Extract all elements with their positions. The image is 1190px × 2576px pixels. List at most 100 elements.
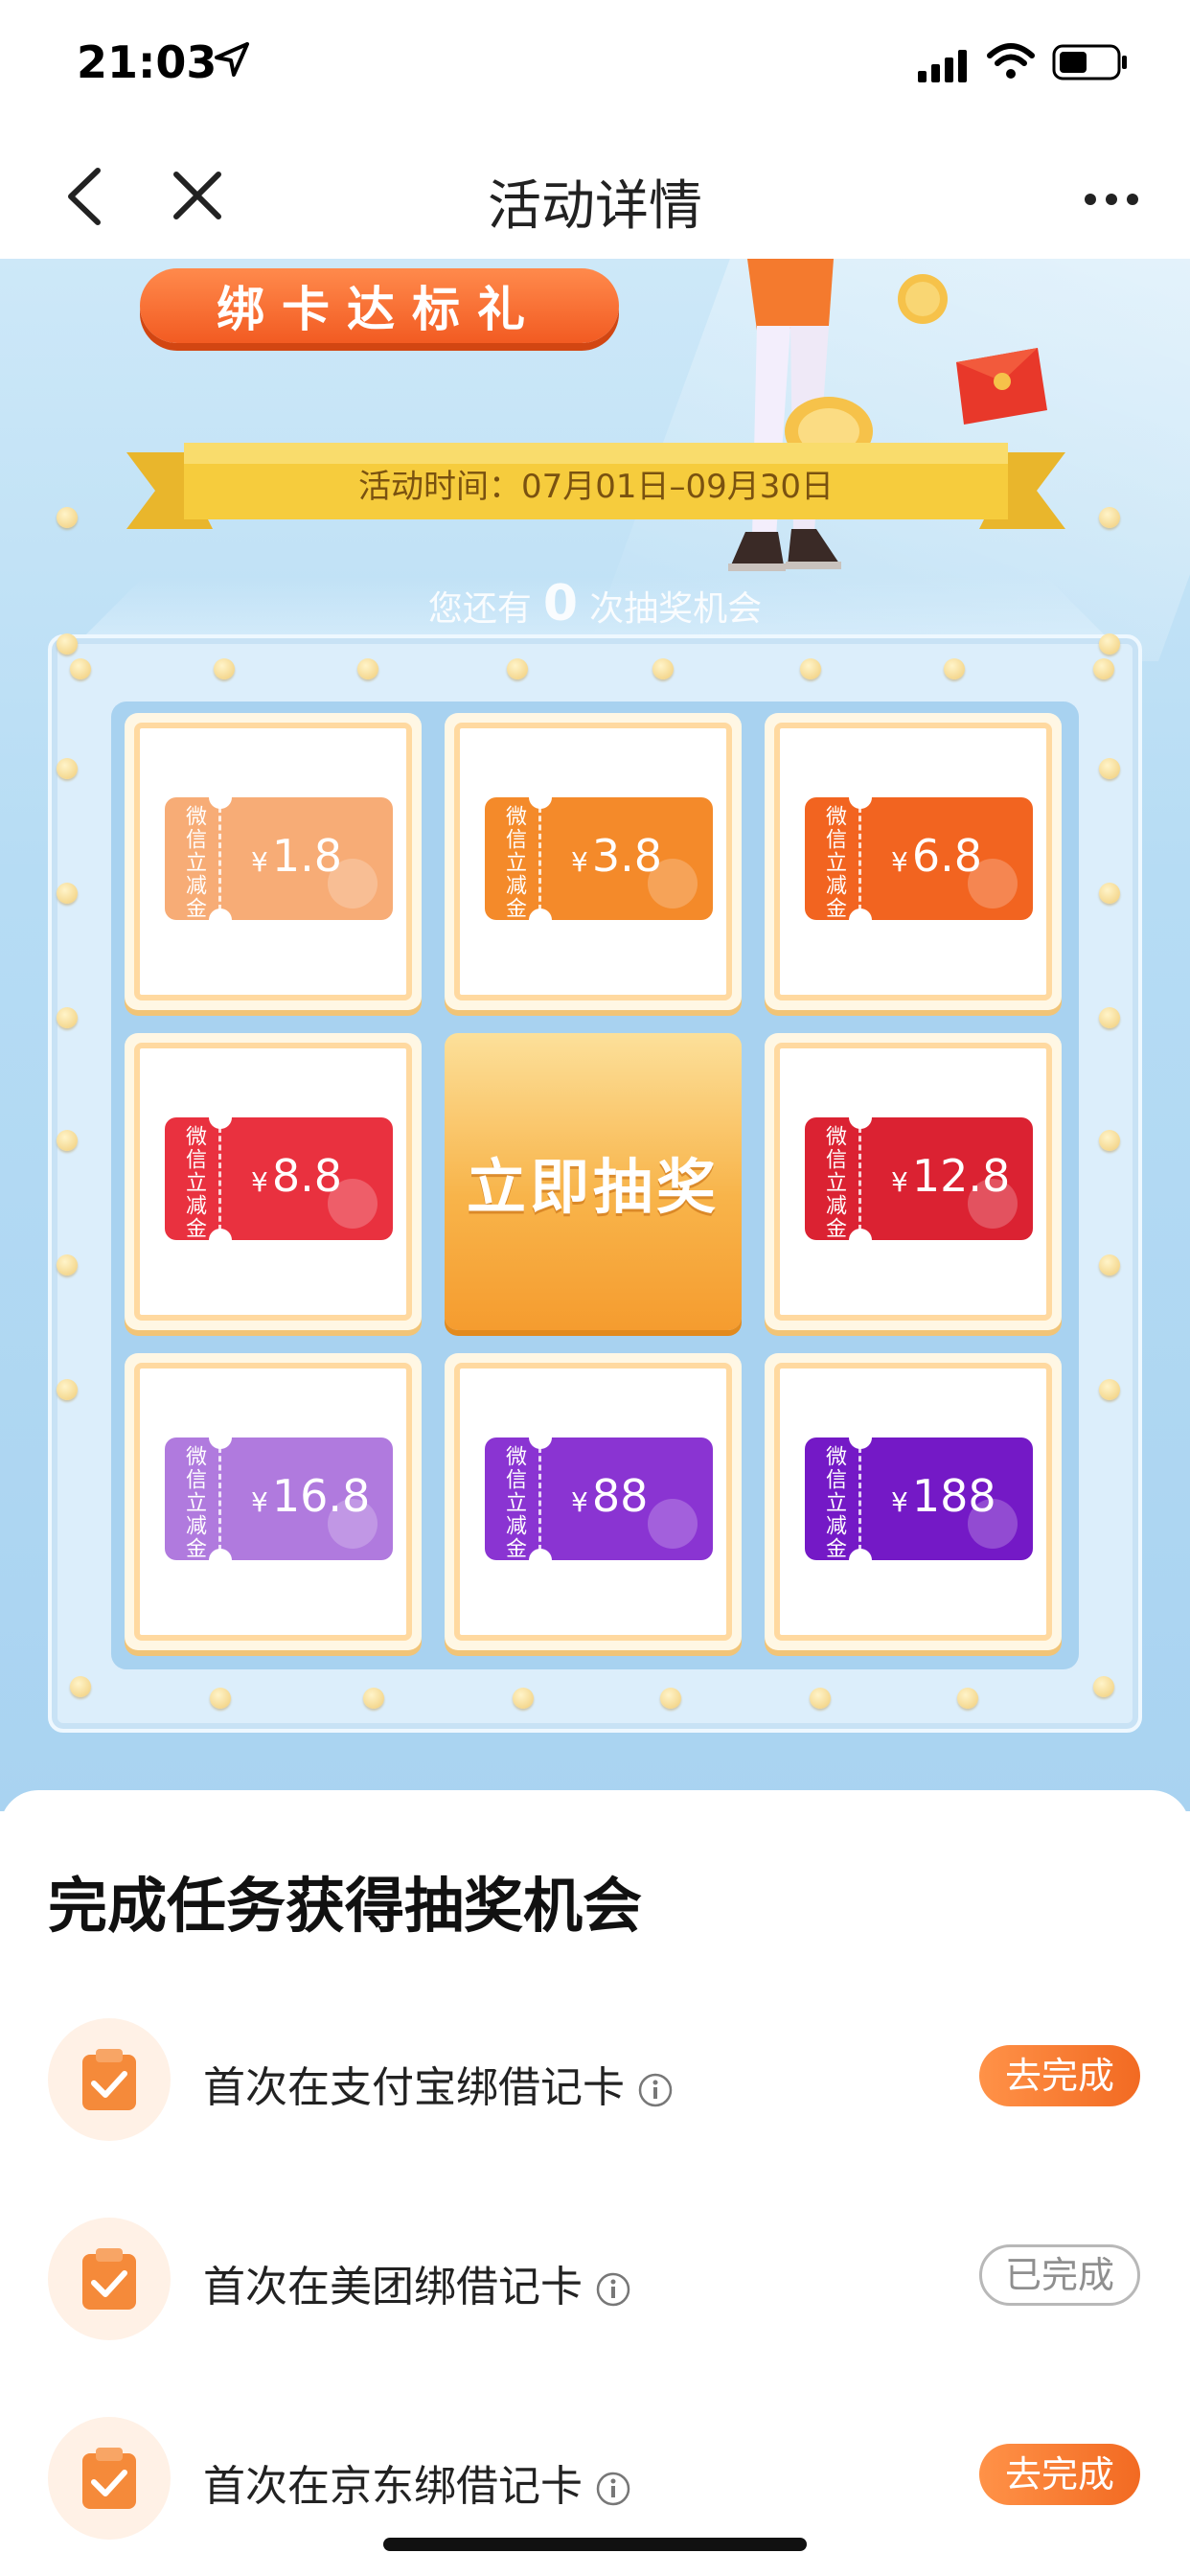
coupon-divider	[858, 807, 861, 910]
frame-light	[363, 1688, 384, 1709]
frame-light	[652, 658, 674, 679]
frame-light	[513, 1688, 534, 1709]
prize-coupon: 微信立减金 ¥12.8	[805, 1117, 1033, 1240]
status-time: 21:03	[77, 36, 217, 88]
currency-symbol: ¥	[571, 1486, 588, 1518]
frame-light	[1099, 1130, 1120, 1151]
task-section-title: 完成任务获得抽奖机会	[48, 1871, 643, 1941]
frame-light	[1099, 633, 1120, 655]
prize-coupon: 微信立减金 ¥16.8	[165, 1438, 393, 1560]
home-indicator	[383, 2538, 807, 2551]
coupon-seal-icon	[328, 859, 378, 908]
frame-light	[57, 1130, 78, 1151]
currency-symbol: ¥	[891, 846, 908, 878]
prize-card: 微信立减金 ¥16.8	[134, 1363, 412, 1641]
coupon-divider	[218, 807, 221, 910]
prize-coupon: 微信立减金 ¥88	[485, 1438, 713, 1560]
prize-card: 微信立减金 ¥1.8	[134, 723, 412, 1000]
prize-cell: 微信立减金 ¥6.8	[765, 713, 1062, 1010]
task-done-button[interactable]: 已完成	[979, 2244, 1140, 2306]
coupon-label: 微信立减金	[182, 805, 206, 920]
coupon-divider	[218, 1447, 221, 1551]
currency-symbol: ¥	[251, 1486, 268, 1518]
status-bar: 21:03	[0, 0, 1190, 134]
signal-icon	[918, 50, 967, 82]
task-text: 首次在美团绑借记卡	[203, 2252, 630, 2313]
lottery-hero: 绑卡达标礼 活动时间：07月01日–09月30日 您还有 0 次抽奖机会 微信立减金…	[0, 259, 1190, 1811]
coupon-label: 微信立减金	[822, 805, 846, 920]
chances-remaining: 您还有 0 次抽奖机会	[0, 575, 1190, 632]
prize-card: 微信立减金 ¥12.8	[774, 1043, 1052, 1321]
chances-prefix: 您还有	[427, 589, 532, 629]
banner-title-text: 绑卡达标礼	[217, 282, 542, 337]
coupon-seal-icon	[648, 859, 698, 908]
frame-light	[57, 1254, 78, 1276]
frame-light	[57, 1379, 78, 1400]
prize-cell: 微信立减金 ¥188	[765, 1353, 1062, 1650]
coupon-label: 微信立减金	[502, 805, 526, 920]
coupon-label: 微信立减金	[502, 1445, 526, 1560]
currency-symbol: ¥	[251, 846, 268, 878]
info-icon[interactable]	[638, 2073, 673, 2107]
coupon-amount: ¥88	[571, 1470, 648, 1522]
page-title: 活动详情	[488, 175, 702, 238]
task-go-button[interactable]: 去完成	[979, 2045, 1140, 2106]
clipboard-check-icon	[48, 2018, 171, 2141]
task-go-button[interactable]: 去完成	[979, 2444, 1140, 2505]
currency-symbol: ¥	[891, 1166, 908, 1198]
currency-symbol: ¥	[251, 1166, 268, 1198]
prize-coupon: 微信立减金 ¥6.8	[805, 797, 1033, 920]
clipboard-check-icon	[48, 2417, 171, 2540]
prize-coupon: 微信立减金 ¥3.8	[485, 797, 713, 920]
prize-coupon: 微信立减金 ¥1.8	[165, 797, 393, 920]
red-packet-icon	[956, 348, 1047, 425]
frame-light	[214, 658, 235, 679]
wifi-icon	[987, 43, 1035, 79]
frame-light	[800, 658, 821, 679]
banner-title: 绑卡达标礼	[140, 268, 619, 343]
frame-light	[957, 1688, 978, 1709]
frame-light	[1099, 883, 1120, 904]
prize-cell: 微信立减金 ¥8.8	[125, 1033, 422, 1330]
currency-symbol: ¥	[891, 1486, 908, 1518]
activity-time: 活动时间：07月01日–09月30日	[357, 468, 835, 506]
clipboard-check-icon	[48, 2218, 171, 2340]
prize-cell: 微信立减金 ¥1.8	[125, 713, 422, 1010]
coupon-label: 微信立减金	[182, 1125, 206, 1240]
coupon-divider	[218, 1127, 221, 1230]
coin-icon	[898, 274, 948, 324]
frame-light	[57, 1007, 78, 1028]
frame-light	[1099, 1007, 1120, 1028]
coupon-label: 微信立减金	[822, 1445, 846, 1560]
frame-light	[57, 883, 78, 904]
draw-button[interactable]: 立即抽奖	[445, 1033, 742, 1330]
info-icon[interactable]	[596, 2472, 630, 2506]
frame-light	[210, 1688, 231, 1709]
coupon-seal-icon	[968, 859, 1018, 908]
coupon-divider	[538, 1447, 541, 1551]
prize-card: 微信立减金 ¥88	[454, 1363, 732, 1641]
task-label: 首次在京东绑借记卡	[203, 2462, 583, 2511]
prize-card: 微信立减金 ¥6.8	[774, 723, 1052, 1000]
frame-light	[57, 758, 78, 779]
chances-count: 0	[542, 575, 579, 632]
task-text: 首次在京东绑借记卡	[203, 2451, 630, 2513]
prize-coupon: 微信立减金 ¥8.8	[165, 1117, 393, 1240]
coupon-label: 微信立减金	[182, 1445, 206, 1560]
currency-symbol: ¥	[571, 846, 588, 878]
frame-light	[1093, 1676, 1114, 1697]
task-label: 首次在支付宝绑借记卡	[203, 2063, 625, 2112]
battery-icon	[1052, 44, 1127, 80]
frame-light	[810, 1688, 831, 1709]
coupon-seal-icon	[968, 1499, 1018, 1549]
more-icon[interactable]	[1083, 192, 1140, 207]
frame-light	[1099, 1254, 1120, 1276]
frame-light	[57, 633, 78, 655]
info-icon[interactable]	[596, 2272, 630, 2307]
coupon-value: 88	[591, 1470, 649, 1522]
draw-button-label: 立即抽奖	[466, 1152, 720, 1222]
coupon-label: 微信立减金	[822, 1125, 846, 1240]
coupon-seal-icon	[968, 1179, 1018, 1229]
prize-card: 微信立减金 ¥8.8	[134, 1043, 412, 1321]
frame-light	[507, 658, 528, 679]
